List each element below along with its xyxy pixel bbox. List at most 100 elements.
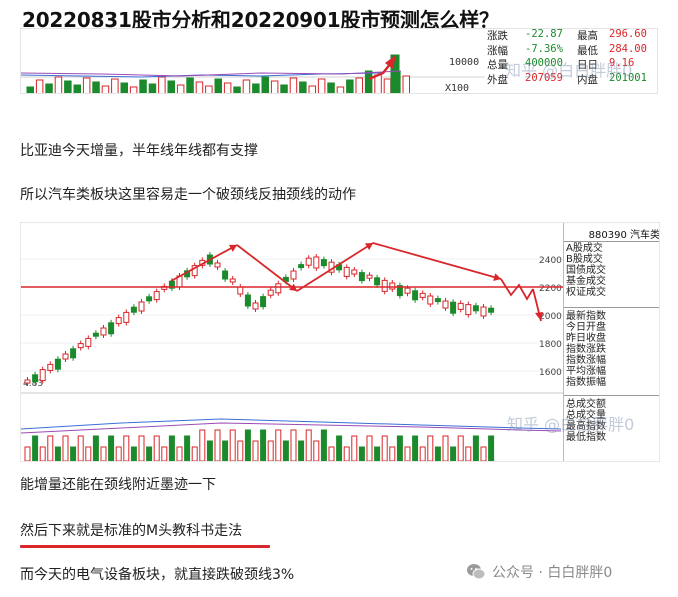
candle xyxy=(146,296,153,302)
volume-bar xyxy=(364,70,373,93)
candle xyxy=(389,282,396,290)
candle xyxy=(320,259,327,267)
candle xyxy=(404,287,411,294)
volume-bar xyxy=(101,85,110,93)
volume-bar xyxy=(242,79,251,93)
volume-bar xyxy=(100,446,107,461)
side-panel-item: 今日开盘 xyxy=(566,322,606,333)
candle xyxy=(450,301,457,314)
candle xyxy=(457,302,464,310)
volume-bar xyxy=(214,78,222,93)
stats-value: 201001 xyxy=(609,71,647,84)
volume-bar xyxy=(205,85,213,93)
wechat-icon xyxy=(466,563,486,581)
candle xyxy=(32,374,39,383)
stats-label: 最低 xyxy=(577,44,598,57)
volume-bar xyxy=(450,446,457,461)
stats-label: 外盘 xyxy=(487,73,508,86)
volume-bar xyxy=(24,446,31,461)
stats-value: 207059 xyxy=(525,71,563,84)
paragraph-3: 能增量还能在颈线附近墨迹一下 xyxy=(20,477,216,493)
volume-bar xyxy=(472,435,479,461)
side-panel-item: A股成交 xyxy=(566,243,603,254)
volume-bar xyxy=(120,82,128,93)
side-panel-item: 指数涨幅 xyxy=(566,355,606,366)
volume-bar xyxy=(427,435,434,461)
stats-value: 296.60 xyxy=(609,28,647,40)
volume-bar xyxy=(275,429,282,461)
volume-bar xyxy=(305,429,312,461)
candle xyxy=(480,306,487,317)
candle xyxy=(108,322,115,335)
volume-bar xyxy=(267,440,274,461)
m-shape-arrow xyxy=(236,244,298,292)
volume-bar xyxy=(299,81,307,93)
volume-bar xyxy=(85,446,92,461)
volume-bar xyxy=(404,446,411,461)
candle xyxy=(267,289,274,296)
candle xyxy=(374,277,381,286)
volume-bar xyxy=(64,80,72,93)
paragraph-4: 然后下来就是标准的M头教科书走法 xyxy=(20,523,243,539)
top-chart: 10000 X100 涨跌 -22.87 最高 296.60 涨幅 -7.36% 最低 284.… xyxy=(20,28,658,94)
candle xyxy=(130,306,137,313)
volume-bar xyxy=(158,76,166,93)
volume-bar xyxy=(313,440,320,461)
top-stats-table: 涨跌 -22.87 最高 296.60 涨幅 -7.36% 最低 284.00 总量 400000… xyxy=(485,28,657,93)
volume-bar xyxy=(383,78,392,93)
side-panel-item: 昨日收盘 xyxy=(566,333,606,344)
volume-bar xyxy=(191,446,198,461)
volume-bar xyxy=(223,82,232,93)
volume-bar xyxy=(111,78,119,93)
kline-svg: 240022002000180016004.83 xyxy=(21,242,563,461)
candle xyxy=(153,291,160,301)
candle xyxy=(381,279,388,292)
candle xyxy=(298,264,305,269)
volume-bar xyxy=(138,435,145,461)
footer-watermark: 公众号 · 白白胖胖0 xyxy=(466,562,612,582)
volume-bar xyxy=(108,435,115,461)
volume-bar xyxy=(419,446,426,461)
candle xyxy=(366,274,373,279)
chart-side-panel: 880390 汽车类 A股成交 B股成交 国债成交 基金成交 权证成交 最新指数 今日开盘昨… xyxy=(563,223,660,461)
volume-bar xyxy=(195,81,204,93)
candle xyxy=(465,304,472,316)
side-panel-item: 指数振幅 xyxy=(566,377,606,388)
volume-bar xyxy=(317,78,326,93)
volume-bar xyxy=(328,446,335,461)
candle xyxy=(115,317,122,325)
volume-bar xyxy=(389,446,396,461)
volume-bar xyxy=(260,429,267,461)
candle xyxy=(39,369,46,382)
candle xyxy=(47,363,54,371)
volume-bar xyxy=(229,429,236,461)
stats-label: 总量 xyxy=(487,59,508,71)
volume-bar xyxy=(199,429,206,461)
volume-bar xyxy=(252,440,259,461)
candle xyxy=(275,283,282,294)
y-tick-label: 2200 xyxy=(539,284,562,294)
volume-bar xyxy=(206,440,213,461)
volume-bar xyxy=(47,435,54,461)
volume-bar xyxy=(184,435,191,461)
volume-bar xyxy=(45,83,53,93)
arrowhead xyxy=(493,273,501,281)
volume-bar xyxy=(35,79,44,93)
y-tick-label: 1600 xyxy=(539,368,562,378)
stats-label: 最高 xyxy=(577,30,598,42)
volume-bar xyxy=(374,446,381,461)
y-tick-label: 2400 xyxy=(539,256,562,266)
volume-bar xyxy=(123,435,130,461)
volume-bar xyxy=(146,446,153,461)
candle xyxy=(70,348,77,359)
volume-bar xyxy=(73,84,81,93)
candle xyxy=(237,286,244,295)
main-kline-chart: 2400 2200 2000 1800 1600 4.83 880390 汽车类 A股成交… xyxy=(20,222,660,462)
volume-bar xyxy=(70,446,77,461)
side-panel-item: 国债成交 xyxy=(566,265,606,276)
index-code-title: 880390 汽车类 xyxy=(588,230,660,241)
side-panel-item: 最新指数 xyxy=(566,311,606,322)
side-panel-divider xyxy=(564,395,659,396)
volume-bar xyxy=(186,77,194,93)
volume-bar xyxy=(237,440,244,461)
